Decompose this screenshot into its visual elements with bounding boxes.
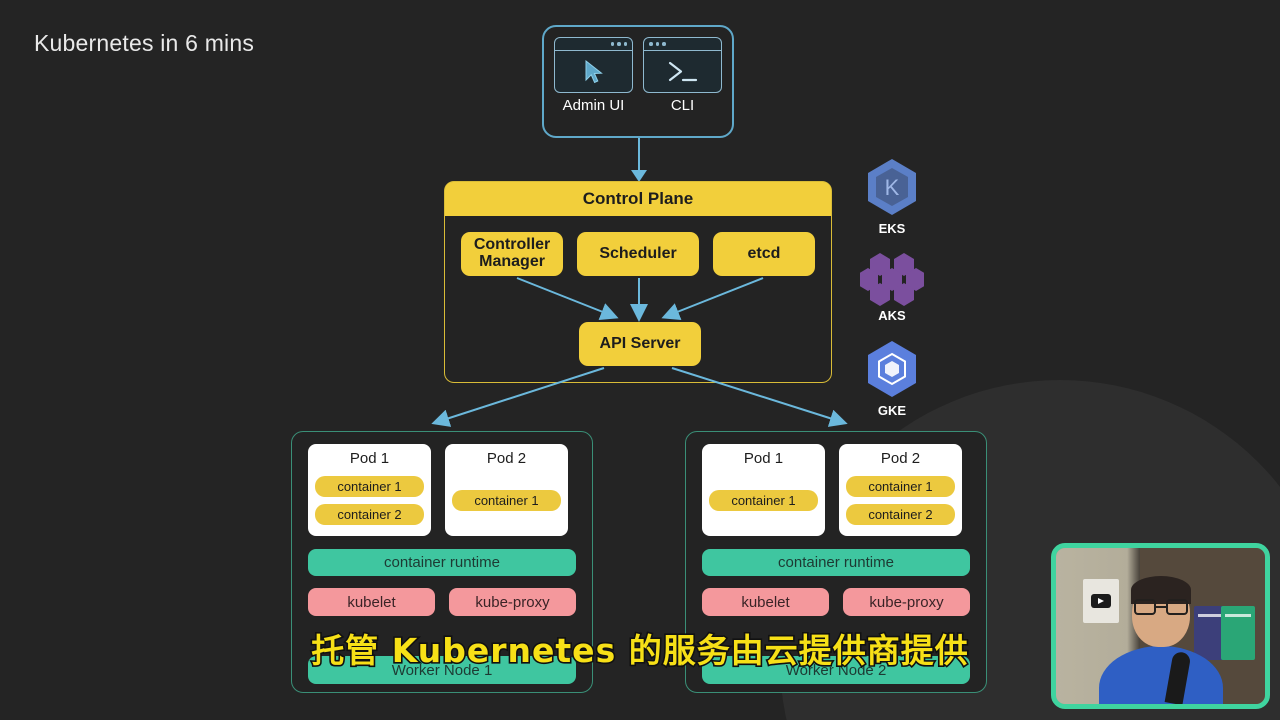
etcd-component[interactable]: etcd	[712, 232, 816, 276]
control-plane-box: Control Plane Controller Manager Schedul…	[444, 181, 832, 383]
cloud-provider-eks[interactable]: K EKS	[852, 155, 932, 236]
cloud-provider-aks[interactable]: AKS	[852, 250, 932, 323]
kubelet-pill[interactable]: kubelet	[308, 588, 435, 616]
pod-title: Pod 1	[349, 450, 390, 467]
container-pill[interactable]: container 2	[846, 503, 955, 525]
pod-title: Pod 2	[486, 450, 527, 467]
book-title-line	[1197, 614, 1224, 618]
client-icons-row	[544, 27, 732, 93]
pods-row: Pod 1 container 1 container 2 Pod 2 cont…	[292, 432, 592, 536]
pod-title: Pod 2	[880, 450, 921, 467]
admin-ui-window-icon	[554, 37, 633, 93]
aks-hexagon-cluster-icon	[860, 253, 924, 306]
aks-label: AKS	[878, 308, 906, 323]
window-titlebar	[644, 38, 721, 51]
api-server-component[interactable]: API Server	[579, 322, 701, 366]
page-title: Kubernetes in 6 mins	[34, 30, 255, 56]
gke-hexagon-icon	[868, 341, 916, 397]
window-dot-icon	[610, 42, 614, 46]
book-icon	[1221, 606, 1256, 661]
container-pill[interactable]: container 2	[315, 503, 424, 525]
container-pill[interactable]: container 1	[846, 475, 955, 497]
pod-title: Pod 1	[743, 450, 784, 467]
container-pill[interactable]: container 1	[709, 489, 818, 511]
kubelet-pill[interactable]: kubelet	[702, 588, 829, 616]
play-button-icon	[1091, 594, 1112, 609]
control-plane-components-row: Controller Manager Scheduler etcd	[445, 216, 831, 276]
client-entrypoints-box: Admin UI CLI	[542, 25, 734, 138]
kube-proxy-pill[interactable]: kube-proxy	[843, 588, 970, 616]
container-pill[interactable]: container 1	[315, 475, 424, 497]
control-plane-title: Control Plane	[445, 182, 831, 216]
admin-ui-label: Admin UI	[562, 97, 625, 114]
pod-box[interactable]: Pod 1 container 1 container 2	[308, 444, 431, 536]
glasses-bridge	[1155, 606, 1166, 609]
terminal-prompt-icon	[644, 51, 721, 92]
pods-row: Pod 1 container 1 Pod 2 container 1 cont…	[686, 432, 986, 536]
window-titlebar	[555, 38, 632, 51]
controller-manager-line1: Controller	[473, 236, 551, 254]
cli-window-icon	[643, 37, 722, 93]
slide-canvas: Kubernetes in 6 mins Admin UI CLI Contro…	[0, 0, 1280, 720]
container-pill[interactable]: container 1	[452, 489, 561, 511]
window-dot-icon	[623, 42, 627, 46]
container-runtime-bar: container runtime	[702, 549, 970, 576]
presenter-webcam-overlay[interactable]	[1051, 543, 1270, 709]
pod-containers: container 1	[709, 472, 818, 528]
eks-hexagon-icon: K	[868, 159, 916, 215]
eks-label: EKS	[878, 221, 906, 236]
scheduler-component[interactable]: Scheduler	[577, 232, 699, 276]
cli-label: CLI	[670, 97, 695, 114]
controller-manager-line2: Manager	[479, 253, 545, 270]
cloud-provider-gke[interactable]: GKE	[852, 337, 932, 418]
cursor-icon	[555, 51, 632, 92]
cloud-providers-column: K EKS AKS GKE	[852, 155, 932, 432]
kube-proxy-pill[interactable]: kube-proxy	[449, 588, 576, 616]
pod-box[interactable]: Pod 1 container 1	[702, 444, 825, 536]
client-labels-row: Admin UI CLI	[544, 93, 732, 114]
controller-manager-component[interactable]: Controller Manager	[461, 232, 564, 276]
glasses-lens	[1165, 599, 1188, 616]
window-dot-icon	[655, 42, 659, 46]
glasses-lens	[1133, 599, 1156, 616]
pod-box[interactable]: Pod 2 container 1	[445, 444, 568, 536]
pod-box[interactable]: Pod 2 container 1 container 2	[839, 444, 962, 536]
pod-containers: container 1 container 2	[315, 472, 424, 528]
container-runtime-bar: container runtime	[308, 549, 576, 576]
glasses-icon	[1133, 599, 1188, 616]
window-dot-icon	[649, 42, 653, 46]
arrow-client-to-controlplane-line	[638, 138, 640, 172]
window-dot-icon	[617, 42, 621, 46]
youtube-plaque-icon	[1083, 579, 1120, 624]
window-dot-icon	[662, 42, 666, 46]
svg-text:K: K	[885, 175, 900, 200]
pod-containers: container 1 container 2	[846, 472, 955, 528]
kube-components-row: kubelet kube-proxy	[686, 576, 986, 616]
pod-containers: container 1	[452, 472, 561, 528]
book-title-line	[1225, 614, 1252, 618]
gke-label: GKE	[877, 403, 907, 418]
kube-components-row: kubelet kube-proxy	[292, 576, 592, 616]
